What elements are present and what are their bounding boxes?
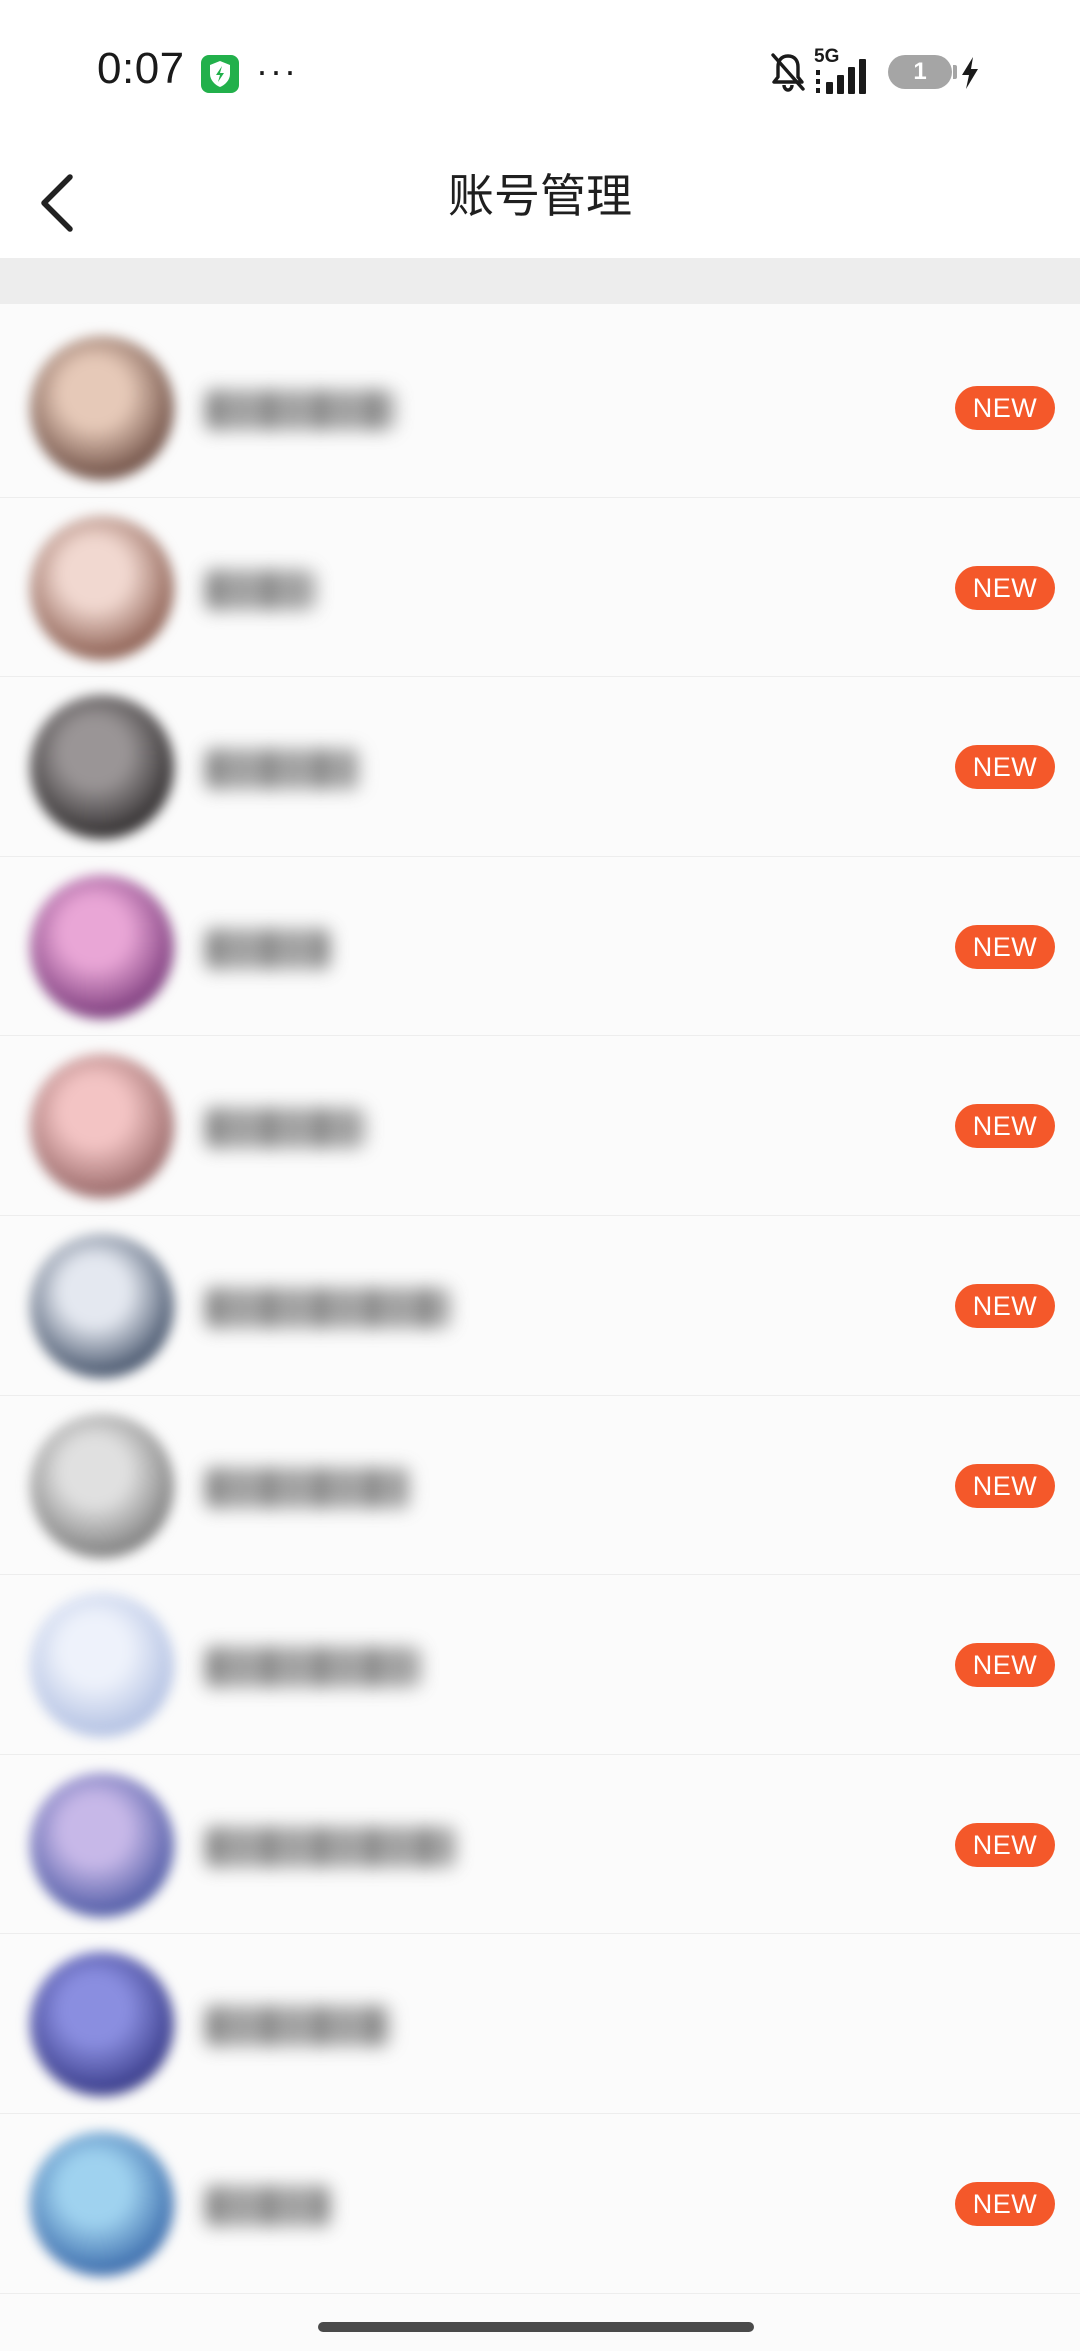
section-divider	[0, 258, 1080, 304]
avatar	[30, 2131, 174, 2276]
avatar	[30, 1593, 174, 1738]
new-badge: NEW	[955, 565, 1055, 610]
avatar	[30, 1413, 174, 1558]
avatar	[30, 336, 174, 480]
account-row[interactable]: NEW	[0, 1215, 1080, 1396]
avatar	[30, 874, 174, 1019]
account-row[interactable]: NEW	[0, 1395, 1080, 1576]
new-badge: NEW	[955, 924, 1055, 969]
home-indicator[interactable]	[318, 2322, 754, 2332]
account-row[interactable]: NEW	[0, 677, 1080, 857]
account-name-redacted	[205, 928, 330, 969]
account-name-redacted	[205, 390, 395, 430]
account-name-redacted	[205, 749, 360, 790]
status-bar: 0:07 ··· 5G 1	[0, 0, 1080, 140]
account-name-redacted	[205, 1108, 365, 1149]
account-name-redacted	[205, 1826, 455, 1867]
battery-level: 1	[913, 58, 927, 85]
new-badge: NEW	[955, 386, 1055, 430]
account-name-redacted	[205, 569, 315, 610]
account-list: NEW NEW NEW NEW NEW NEW NEW NEW NEW NEW	[0, 318, 1080, 2294]
account-row[interactable]: NEW	[0, 2113, 1080, 2294]
status-time: 0:07	[97, 44, 185, 93]
avatar	[30, 1054, 174, 1199]
new-badge: NEW	[955, 1822, 1055, 1867]
charging-bolt-icon	[962, 57, 978, 89]
new-badge: NEW	[955, 745, 1055, 790]
account-row[interactable]: NEW	[0, 1036, 1080, 1216]
avatar	[30, 695, 174, 840]
avatar	[30, 1233, 174, 1378]
security-shield-icon	[201, 55, 239, 93]
more-notifications-icon: ···	[256, 50, 298, 91]
new-badge: NEW	[955, 1643, 1055, 1688]
avatar	[30, 515, 174, 660]
account-name-redacted	[205, 1287, 450, 1328]
back-button[interactable]	[28, 160, 108, 240]
new-badge: NEW	[955, 1283, 1055, 1328]
new-badge: NEW	[955, 1104, 1055, 1149]
chevron-left-icon	[41, 174, 73, 232]
account-row[interactable]: NEW	[0, 318, 1080, 498]
account-name-redacted	[205, 2185, 330, 2226]
new-badge: NEW	[955, 1463, 1055, 1508]
nav-header: 账号管理	[0, 140, 1080, 258]
mute-bell-icon	[771, 53, 805, 92]
account-row[interactable]: NEW	[0, 1575, 1080, 1755]
avatar	[30, 1772, 174, 1917]
avatar	[30, 1952, 174, 2097]
account-name-redacted	[205, 1467, 410, 1508]
battery-icon: 1	[888, 55, 952, 89]
account-name-redacted	[205, 1647, 420, 1688]
page-title: 账号管理	[448, 169, 632, 223]
new-badge: NEW	[955, 2181, 1055, 2226]
account-row[interactable]: NEW	[0, 497, 1080, 678]
signal-icon	[816, 59, 866, 94]
account-name-redacted	[205, 2006, 390, 2047]
battery-tip	[953, 65, 957, 79]
account-row[interactable]: NEW	[0, 856, 1080, 1037]
account-row[interactable]	[0, 1934, 1080, 2114]
account-row[interactable]: NEW	[0, 1754, 1080, 1935]
